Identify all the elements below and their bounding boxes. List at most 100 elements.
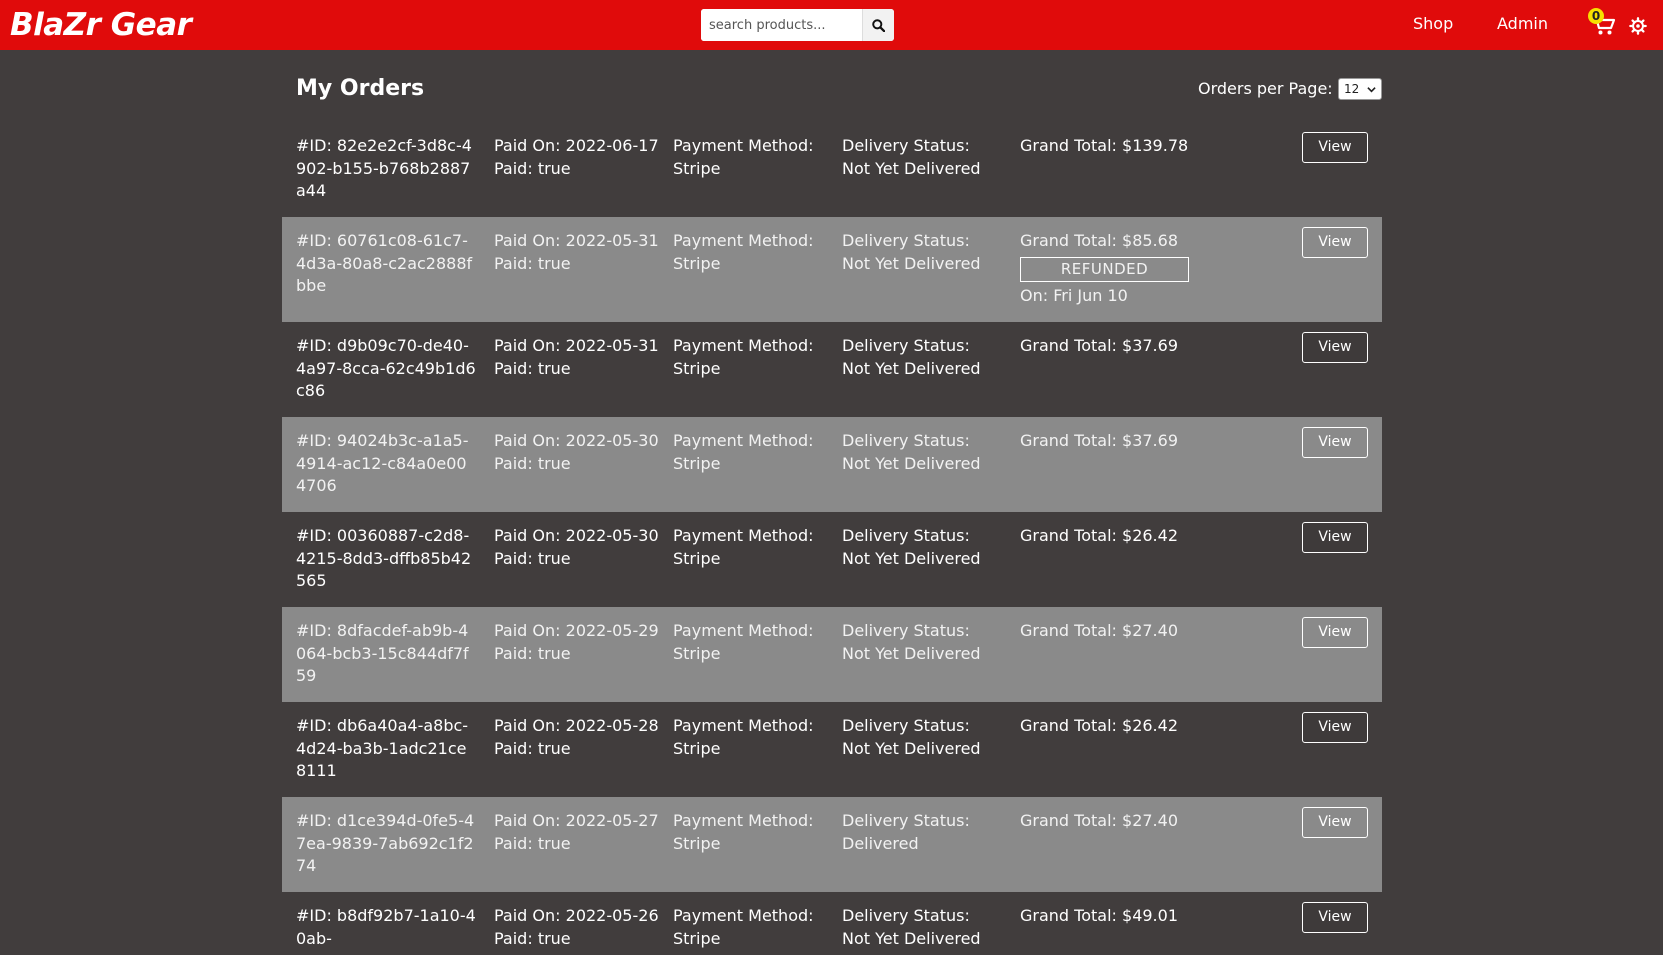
view-order-button[interactable]: View	[1302, 617, 1368, 648]
order-id: #ID: d1ce394d-0fe5-47ea-9839-7ab692c1f27…	[296, 811, 475, 875]
order-payment-method: Payment Method: Stripe	[673, 715, 823, 760]
order-payment-method: Payment Method: Stripe	[673, 620, 823, 665]
payment-method-value: Stripe	[673, 253, 721, 273]
delivery-status-label: Delivery Status:	[842, 336, 970, 355]
order-paid-info: Paid On: 2022-05-28 Paid: true	[494, 715, 664, 760]
delivery-status-value: Not Yet Delivered	[842, 253, 981, 273]
order-paid-info: Paid On: 2022-05-30 Paid: true	[494, 525, 664, 570]
order-row: #ID: 60761c08-61c7-4d3a-80a8-c2ac2888fbb…	[282, 217, 1382, 322]
payment-method-value: Stripe	[673, 358, 721, 378]
navbar: BlaZr Gear Shop Admin 0	[0, 0, 1663, 50]
order-row: #ID: d1ce394d-0fe5-47ea-9839-7ab692c1f27…	[282, 797, 1382, 892]
search-input[interactable]	[701, 9, 862, 41]
delivery-status-value: Not Yet Delivered	[842, 928, 981, 948]
nav-link-admin[interactable]: Admin	[1497, 14, 1548, 34]
order-id: #ID: d9b09c70-de40-4a97-8cca-62c49b1d6c8…	[296, 336, 476, 400]
payment-method-label: Payment Method:	[673, 431, 814, 450]
payment-method-label: Payment Method:	[673, 906, 814, 925]
order-paid-on: Paid On: 2022-05-29	[494, 621, 659, 640]
order-paid-on: Paid On: 2022-05-31	[494, 336, 659, 355]
order-delivery-status: Delivery Status: Not Yet Delivered	[842, 230, 1002, 275]
payment-method-value: Stripe	[673, 738, 721, 758]
order-paid-info: Paid On: 2022-05-31 Paid: true	[494, 335, 664, 380]
delivery-status-label: Delivery Status:	[842, 526, 970, 545]
order-payment-method: Payment Method: Stripe	[673, 810, 823, 855]
delivery-status-label: Delivery Status:	[842, 621, 970, 640]
delivery-status-value: Not Yet Delivered	[842, 643, 981, 663]
order-grand-total: Grand Total: $26.42	[1020, 716, 1178, 735]
order-grand-total: Grand Total: $85.68	[1020, 231, 1178, 250]
order-grand-total: Grand Total: $27.40	[1020, 811, 1178, 830]
orders-per-page-value: 12	[1344, 82, 1360, 96]
order-grand-total: Grand Total: $27.40	[1020, 621, 1178, 640]
order-row: #ID: d9b09c70-de40-4a97-8cca-62c49b1d6c8…	[282, 322, 1382, 417]
payment-method-value: Stripe	[673, 833, 721, 853]
order-grand-total: Grand Total: $49.01	[1020, 906, 1178, 925]
payment-method-value: Stripe	[673, 453, 721, 473]
order-paid-flag: Paid: true	[494, 833, 571, 853]
search-bar	[701, 9, 894, 41]
order-grand-total: Grand Total: $37.69	[1020, 431, 1178, 450]
order-id: #ID: 8dfacdef-ab9b-4064-bcb3-15c844df7f5…	[296, 621, 469, 685]
delivery-status-value: Not Yet Delivered	[842, 158, 981, 178]
view-order-button[interactable]: View	[1302, 712, 1368, 743]
orders-per-page-select[interactable]: 12	[1338, 78, 1382, 100]
cart-count-badge: 0	[1588, 8, 1604, 24]
order-payment-method: Payment Method: Stripe	[673, 430, 823, 475]
view-order-button[interactable]: View	[1302, 332, 1368, 363]
payment-method-label: Payment Method:	[673, 526, 814, 545]
order-paid-flag: Paid: true	[494, 453, 571, 473]
order-paid-on: Paid On: 2022-05-31	[494, 231, 659, 250]
order-paid-info: Paid On: 2022-05-27 Paid: true	[494, 810, 664, 855]
order-id: #ID: 94024b3c-a1a5-4914-ac12-c84a0e00470…	[296, 431, 469, 495]
nav-link-shop[interactable]: Shop	[1413, 14, 1453, 34]
order-paid-on: Paid On: 2022-05-30	[494, 431, 659, 450]
order-paid-flag: Paid: true	[494, 738, 571, 758]
view-order-button[interactable]: View	[1302, 807, 1368, 838]
order-paid-info: Paid On: 2022-05-26 Paid: true	[494, 905, 664, 950]
order-paid-on: Paid On: 2022-06-17	[494, 136, 659, 155]
view-order-button[interactable]: View	[1302, 522, 1368, 553]
order-paid-on: Paid On: 2022-05-30	[494, 526, 659, 545]
payment-method-label: Payment Method:	[673, 621, 814, 640]
payment-method-value: Stripe	[673, 548, 721, 568]
payment-method-value: Stripe	[673, 928, 721, 948]
payment-method-value: Stripe	[673, 158, 721, 178]
order-paid-info: Paid On: 2022-05-31 Paid: true	[494, 230, 664, 275]
payment-method-label: Payment Method:	[673, 336, 814, 355]
view-order-button[interactable]: View	[1302, 227, 1368, 258]
order-row: #ID: 8dfacdef-ab9b-4064-bcb3-15c844df7f5…	[282, 607, 1382, 702]
order-paid-flag: Paid: true	[494, 253, 571, 273]
order-delivery-status: Delivery Status: Not Yet Delivered	[842, 525, 1002, 570]
order-id: #ID: 82e2e2cf-3d8c-4902-b155-b768b2887a4…	[296, 136, 472, 200]
order-delivery-status: Delivery Status: Not Yet Delivered	[842, 135, 1002, 180]
view-order-button[interactable]: View	[1302, 902, 1368, 933]
search-button[interactable]	[862, 9, 894, 41]
order-delivery-status: Delivery Status: Not Yet Delivered	[842, 620, 1002, 665]
order-row: #ID: 82e2e2cf-3d8c-4902-b155-b768b2887a4…	[282, 122, 1382, 217]
order-grand-total: Grand Total: $37.69	[1020, 336, 1178, 355]
order-payment-method: Payment Method: Stripe	[673, 230, 823, 275]
order-paid-info: Paid On: 2022-05-29 Paid: true	[494, 620, 664, 665]
order-row: #ID: 00360887-c2d8-4215-8dd3-dffb85b4256…	[282, 512, 1382, 607]
order-id: #ID: b8df92b7-1a10-40ab-	[296, 906, 476, 948]
order-paid-flag: Paid: true	[494, 358, 571, 378]
delivery-status-label: Delivery Status:	[842, 136, 970, 155]
order-payment-method: Payment Method: Stripe	[673, 135, 823, 180]
order-paid-info: Paid On: 2022-05-30 Paid: true	[494, 430, 664, 475]
payment-method-value: Stripe	[673, 643, 721, 663]
order-payment-method: Payment Method: Stripe	[673, 905, 823, 950]
delivery-status-value: Delivered	[842, 833, 919, 853]
brand-logo[interactable]: BlaZr Gear	[10, 4, 192, 46]
order-paid-info: Paid On: 2022-06-17 Paid: true	[494, 135, 664, 180]
order-delivery-status: Delivery Status: Not Yet Delivered	[842, 715, 1002, 760]
order-payment-method: Payment Method: Stripe	[673, 525, 823, 570]
view-order-button[interactable]: View	[1302, 427, 1368, 458]
delivery-status-label: Delivery Status:	[842, 431, 970, 450]
order-payment-method: Payment Method: Stripe	[673, 335, 823, 380]
order-paid-on: Paid On: 2022-05-27	[494, 811, 659, 830]
gear-icon[interactable]	[1629, 17, 1647, 35]
view-order-button[interactable]: View	[1302, 132, 1368, 163]
order-delivery-status: Delivery Status: Not Yet Delivered	[842, 905, 1002, 950]
payment-method-label: Payment Method:	[673, 811, 814, 830]
